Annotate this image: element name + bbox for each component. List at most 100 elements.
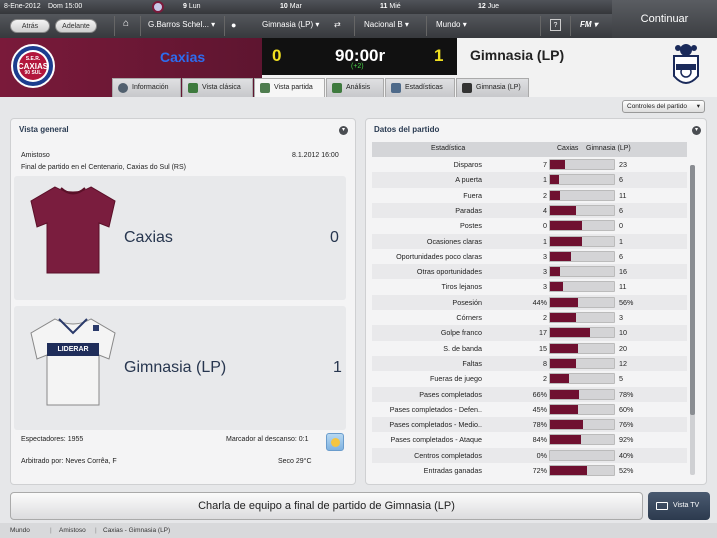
home-team-label[interactable]: Caxias	[124, 229, 173, 247]
panel-menu-icon[interactable]: ▾	[339, 126, 348, 135]
stat-away-value: 11	[619, 190, 627, 200]
chevron-down-icon: ▾	[462, 20, 467, 29]
home-shirt-icon	[27, 181, 119, 277]
stat-bar-fill	[550, 175, 559, 185]
stat-comparison-bar	[549, 419, 615, 431]
stat-row: Pases completados - Ataque 84% 92%	[372, 432, 687, 447]
stat-comparison-bar	[549, 235, 615, 247]
stat-bar-fill	[550, 328, 591, 338]
stats-title: Datos del partido	[374, 125, 440, 134]
stat-home-value: 3	[543, 251, 547, 261]
calendar-day[interactable]: 9 Lun	[183, 3, 201, 10]
current-day-time: Dom 15:00	[48, 3, 83, 10]
stat-away-value: 52%	[619, 466, 634, 475]
stat-row: Oportunidades poco claras 3 6	[372, 249, 687, 264]
stat-name: Faltas	[462, 358, 482, 368]
stat-row: Otras oportunidades 3 16	[372, 264, 687, 280]
stats-scrollbar-thumb[interactable]	[690, 165, 695, 415]
tv-view-button[interactable]: Vista TV	[648, 492, 710, 520]
stat-away-value: 11	[619, 282, 627, 292]
home-crest: S.E.R. CAXIAS 90 SUL	[10, 43, 56, 89]
breadcrumb-item[interactable]: Caxias - Gimnasia (LP)	[103, 527, 170, 534]
split-view-icon	[260, 83, 270, 93]
stat-name: Pases completados - Defen..	[389, 404, 482, 414]
tab-analisis[interactable]: Análisis	[326, 78, 384, 97]
stat-away-value: 6	[619, 251, 623, 261]
venue-text: Final de partido en el Centenario, Caxia…	[21, 164, 186, 171]
breadcrumb-item[interactable]: Amistoso	[59, 527, 86, 534]
stat-bar-fill	[550, 389, 580, 399]
stats-icon	[391, 83, 401, 93]
manager-menu[interactable]: G.Barros Schel... ▾	[148, 20, 215, 29]
overview-title: Vista general	[19, 125, 69, 134]
attendance-text: Espectadores: 1955	[21, 436, 84, 443]
tab-vista-partida[interactable]: Vista partida	[254, 78, 325, 97]
stat-row: Córners 2 3	[372, 310, 687, 325]
stat-name: Fuera	[463, 190, 482, 200]
calendar-day[interactable]: 12 Jue	[478, 3, 499, 10]
away-team-name[interactable]: Gimnasia (LP)	[470, 47, 564, 63]
stat-home-value: 0	[543, 221, 547, 231]
stat-bar-fill	[550, 282, 564, 292]
forward-button[interactable]: Adelante	[55, 19, 97, 33]
stat-row: Pases completados 66% 78%	[372, 386, 687, 402]
team-menu[interactable]: Gimnasia (LP) ▾	[262, 20, 319, 29]
stat-away-value: 3	[619, 313, 623, 322]
stat-row: Entradas ganadas 72% 52%	[372, 463, 687, 478]
stat-home-value: 66%	[532, 389, 547, 399]
stat-home-value: 15	[539, 343, 547, 353]
stat-name: Golpe franco	[440, 328, 482, 338]
tab-gimnasia[interactable]: Gimnasia (LP)	[456, 78, 529, 97]
panel-menu-icon[interactable]: ▾	[692, 126, 701, 135]
fm-menu[interactable]: FM ▾	[580, 20, 598, 29]
stat-name: Entradas ganadas	[423, 466, 482, 475]
stat-comparison-bar	[549, 281, 615, 293]
stat-away-value: 16	[619, 267, 627, 277]
stat-name: Posesión	[452, 297, 482, 307]
tab-estadisticas[interactable]: Estadísticas	[385, 78, 455, 97]
back-button[interactable]: Atrás	[10, 19, 50, 33]
stat-home-value: 3	[543, 267, 547, 277]
halftime-score: Marcador al descanso: 0:1	[226, 436, 309, 443]
stat-row: Posesión 44% 56%	[372, 294, 687, 310]
col-away-header[interactable]: Gimnasia (LP)	[586, 145, 631, 152]
help-button[interactable]: ?	[550, 19, 561, 31]
home-score: 0	[272, 46, 282, 65]
stat-bar-fill	[550, 466, 588, 475]
stat-away-value: 0	[619, 221, 623, 231]
stat-away-value: 56%	[619, 297, 634, 307]
away-team-label[interactable]: Gimnasia (LP)	[124, 359, 226, 377]
stat-comparison-bar	[549, 327, 615, 339]
stat-away-value: 10	[619, 328, 627, 338]
stat-name: Pases completados	[419, 389, 482, 399]
competition-menu[interactable]: Nacional B ▾	[364, 20, 409, 29]
breadcrumb: Mundo | Amistoso | Caxias - Gimnasia (LP…	[0, 523, 717, 538]
stat-row: S. de banda 15 20	[372, 341, 687, 356]
tv-icon	[656, 502, 668, 510]
home-team-name[interactable]: Caxias	[160, 49, 205, 65]
stat-bar-fill	[550, 358, 576, 368]
calendar-day[interactable]: 10 Mar	[280, 3, 302, 10]
team-talk-button[interactable]: Charla de equipo a final de partido de G…	[10, 492, 643, 520]
stat-bar-fill	[550, 435, 581, 445]
breadcrumb-item[interactable]: Mundo	[10, 527, 30, 534]
stat-bar-fill	[550, 297, 579, 307]
stat-comparison-bar	[549, 342, 615, 354]
chevron-down-icon: ▾	[696, 103, 700, 110]
stat-home-value: 8	[543, 358, 547, 368]
tab-vista-clasica[interactable]: Vista clásica	[182, 78, 253, 97]
swap-icon[interactable]: ⇄	[334, 20, 341, 29]
info-icon	[118, 83, 128, 93]
match-controls-dropdown[interactable]: Controles del partido ▾	[622, 100, 705, 113]
home-icon[interactable]: ⌂	[123, 18, 129, 29]
stat-away-value: 12	[619, 358, 627, 368]
stat-away-value: 23	[619, 160, 627, 169]
col-home-header[interactable]: Caxias	[557, 145, 578, 152]
world-menu[interactable]: Mundo ▾	[436, 20, 467, 29]
continue-button[interactable]: Continuar	[612, 0, 717, 38]
stat-away-value: 5	[619, 374, 623, 384]
stats-header: Estadística Caxias Gimnasia (LP)	[372, 142, 687, 157]
tab-informacion[interactable]: Información	[112, 78, 181, 97]
calendar-day[interactable]: 11 Mié	[380, 3, 401, 10]
col-stat-header[interactable]: Estadística	[431, 145, 465, 152]
